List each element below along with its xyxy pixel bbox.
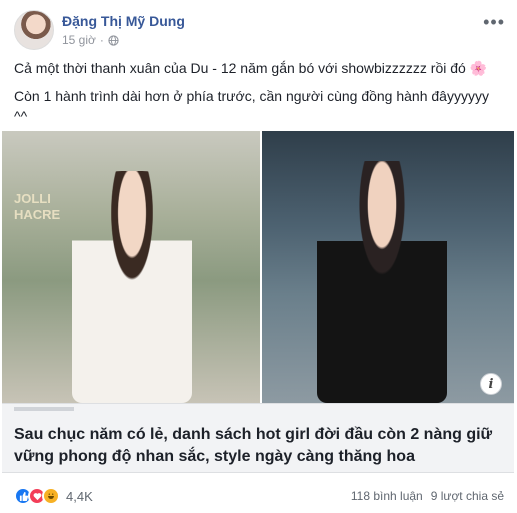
more-options-icon[interactable]: ••• <box>483 12 505 33</box>
photo-right[interactable]: i <box>262 131 514 403</box>
post-header: Đặng Thị Mỹ Dung 15 giờ · ••• <box>14 10 509 52</box>
photo-subject <box>72 171 192 403</box>
post-footer: 4,4K 118 bình luận 9 lượt chia sẻ <box>14 485 506 507</box>
comment-count[interactable]: 118 bình luận <box>351 489 423 503</box>
info-icon[interactable]: i <box>480 373 502 395</box>
haha-icon <box>42 487 60 505</box>
post-text-line: Còn 1 hành trình dài hơn ở phía trước, c… <box>14 88 489 124</box>
reactions-summary[interactable]: 4,4K <box>14 487 93 505</box>
reaction-count[interactable]: 4,4K <box>66 489 93 504</box>
post-stats: 118 bình luận 9 lượt chia sẻ <box>351 489 504 503</box>
facebook-post: Đặng Thị Mỹ Dung 15 giờ · ••• Cả một thờ… <box>0 0 517 513</box>
avatar[interactable] <box>14 10 54 50</box>
link-title[interactable]: Sau chục năm có lẻ, danh sách hot girl đ… <box>14 424 504 468</box>
post-meta: 15 giờ · <box>62 33 119 47</box>
post-text-line: Cả một thời thanh xuân của Du - 12 năm g… <box>14 60 488 76</box>
link-source-placeholder <box>14 407 74 411</box>
photo-left[interactable]: JOLLI HACRE <box>2 131 260 403</box>
post-time[interactable]: 15 giờ <box>62 33 96 47</box>
post-images[interactable]: JOLLI HACRE i <box>2 131 514 403</box>
share-count[interactable]: 9 lượt chia sẻ <box>431 489 504 503</box>
post-text: Cả một thời thanh xuân của Du - 12 năm g… <box>14 58 504 134</box>
photo-subject <box>317 161 447 403</box>
photo-logo-text: JOLLI HACRE <box>14 191 61 222</box>
link-preview[interactable]: Sau chục năm có lẻ, danh sách hot girl đ… <box>2 403 514 473</box>
author-name[interactable]: Đặng Thị Mỹ Dung <box>62 13 185 29</box>
globe-icon <box>108 34 119 46</box>
